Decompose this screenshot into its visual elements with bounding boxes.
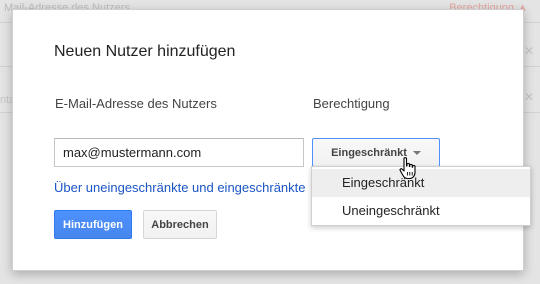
cancel-button[interactable]: Abbrechen xyxy=(143,210,217,239)
dialog-title: Neuen Nutzer hinzufügen xyxy=(54,43,236,60)
permission-label: Berechtigung xyxy=(313,96,390,111)
email-label: E-Mail-Adresse des Nutzers xyxy=(55,96,217,111)
permissions-info-link[interactable]: Über uneingeschränkte und eingeschränkte… xyxy=(54,180,309,195)
add-button[interactable]: Hinzufügen xyxy=(54,210,132,239)
add-user-dialog: Neuen Nutzer hinzufügen E-Mail-Adresse d… xyxy=(12,9,524,271)
permission-dropdown-menu: Eingeschränkt Uneingeschränkt xyxy=(311,166,531,226)
permission-select[interactable]: Eingeschränkt xyxy=(312,138,440,167)
menu-item-unrestricted[interactable]: Uneingeschränkt xyxy=(312,197,530,225)
close-icon: ✕ xyxy=(523,90,534,104)
permission-select-label: Eingeschränkt xyxy=(331,146,407,159)
close-icon: ✕ xyxy=(523,44,534,58)
chevron-down-icon xyxy=(412,150,421,155)
email-field[interactable] xyxy=(54,138,304,167)
menu-item-restricted[interactable]: Eingeschränkt xyxy=(312,169,530,197)
